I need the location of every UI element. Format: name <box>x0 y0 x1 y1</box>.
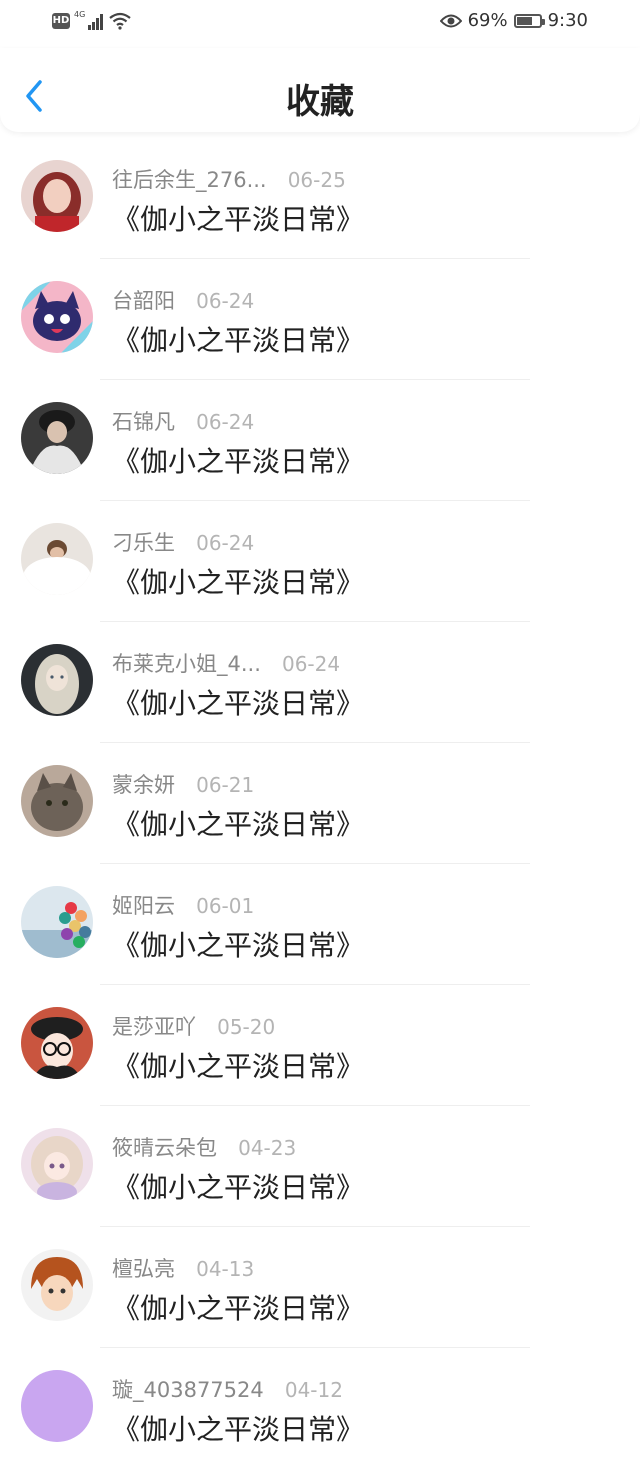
list-item[interactable]: 姬阳云 06-01 《伽小之平淡日常》 <box>0 864 640 985</box>
list-item[interactable]: 往后余生_276... 06-25 《伽小之平淡日常》 <box>0 138 640 259</box>
page-title: 收藏 <box>286 82 354 122</box>
item-meta: 姬阳云 06-01 <box>112 890 254 920</box>
item-meta: 是莎亚吖 05-20 <box>112 1011 275 1041</box>
favorite-title: 《伽小之平淡日常》 <box>112 566 365 599</box>
favorites-list: 往后余生_276... 06-25 《伽小之平淡日常》 台韶阳 06-24 《伽… <box>0 138 640 1469</box>
username: 姬阳云 <box>112 894 175 918</box>
avatar[interactable] <box>21 886 93 958</box>
list-item[interactable]: 刁乐生 06-24 《伽小之平淡日常》 <box>0 501 640 622</box>
avatar[interactable] <box>21 523 93 595</box>
list-item[interactable]: 璇_403877524 04-12 《伽小之平淡日常》 <box>0 1348 640 1469</box>
list-item[interactable]: 台韶阳 06-24 《伽小之平淡日常》 <box>0 259 640 380</box>
eye-icon <box>439 14 462 27</box>
username: 石锦凡 <box>112 410 175 434</box>
item-meta: 往后余生_276... 06-25 <box>112 164 346 194</box>
status-right: 69% 9:30 <box>439 10 588 31</box>
item-meta: 筱晴云朵包 04-23 <box>112 1132 296 1162</box>
item-meta: 刁乐生 06-24 <box>112 527 254 557</box>
date: 06-24 <box>196 289 255 313</box>
favorite-title: 《伽小之平淡日常》 <box>112 1171 365 1204</box>
username: 筱晴云朵包 <box>112 1136 217 1160</box>
avatar[interactable] <box>21 281 93 353</box>
network-type: 4G <box>74 10 86 19</box>
username: 檀弘亮 <box>112 1257 175 1281</box>
signal-icon: 4G <box>74 10 103 30</box>
username: 璇_403877524 <box>112 1378 264 1402</box>
username: 台韶阳 <box>112 289 175 313</box>
date: 06-01 <box>196 894 255 918</box>
avatar[interactable] <box>21 644 93 716</box>
date: 04-13 <box>196 1257 255 1281</box>
avatar[interactable] <box>21 160 93 232</box>
status-left: HD 4G <box>52 10 131 30</box>
date: 06-24 <box>196 410 255 434</box>
favorite-title: 《伽小之平淡日常》 <box>112 1413 365 1446</box>
list-item[interactable]: 石锦凡 06-24 《伽小之平淡日常》 <box>0 380 640 501</box>
favorite-title: 《伽小之平淡日常》 <box>112 1292 365 1325</box>
username: 是莎亚吖 <box>112 1015 196 1039</box>
date: 04-12 <box>284 1378 343 1402</box>
item-meta: 檀弘亮 04-13 <box>112 1253 254 1283</box>
list-item[interactable]: 是莎亚吖 05-20 《伽小之平淡日常》 <box>0 985 640 1106</box>
status-bar: HD 4G 69% 9:30 <box>0 0 640 48</box>
item-meta: 璇_403877524 04-12 <box>112 1374 343 1404</box>
username: 蒙余妍 <box>112 773 175 797</box>
date: 06-21 <box>196 773 255 797</box>
avatar[interactable] <box>21 402 93 474</box>
username: 往后余生_276... <box>112 168 267 192</box>
date: 06-25 <box>287 168 346 192</box>
list-item[interactable]: 筱晴云朵包 04-23 《伽小之平淡日常》 <box>0 1106 640 1227</box>
favorite-title: 《伽小之平淡日常》 <box>112 324 365 357</box>
avatar[interactable] <box>21 1370 93 1442</box>
hd-badge: HD <box>52 13 70 29</box>
date: 06-24 <box>281 652 341 676</box>
username: 刁乐生 <box>112 531 175 555</box>
date: 06-24 <box>196 531 255 555</box>
battery-percent: 69% <box>467 10 508 31</box>
favorite-title: 《伽小之平淡日常》 <box>112 687 365 720</box>
list-item[interactable]: 蒙余妍 06-21 《伽小之平淡日常》 <box>0 743 640 864</box>
clock: 9:30 <box>547 10 588 31</box>
item-meta: 石锦凡 06-24 <box>112 406 254 436</box>
username: 布莱克小姐_4... <box>112 652 261 676</box>
avatar[interactable] <box>21 1007 93 1079</box>
battery-icon <box>513 13 545 28</box>
favorite-title: 《伽小之平淡日常》 <box>112 445 365 478</box>
favorite-title: 《伽小之平淡日常》 <box>112 929 365 962</box>
item-meta: 布莱克小姐_4... 06-24 <box>112 648 340 678</box>
item-meta: 台韶阳 06-24 <box>112 285 254 315</box>
avatar[interactable] <box>21 1249 93 1321</box>
favorite-title: 《伽小之平淡日常》 <box>112 1050 365 1083</box>
item-meta: 蒙余妍 06-21 <box>112 769 254 799</box>
date: 04-23 <box>238 1136 297 1160</box>
wifi-icon <box>109 12 131 30</box>
date: 05-20 <box>217 1015 276 1039</box>
list-item[interactable]: 布莱克小姐_4... 06-24 《伽小之平淡日常》 <box>0 622 640 743</box>
avatar[interactable] <box>21 765 93 837</box>
list-item[interactable]: 檀弘亮 04-13 《伽小之平淡日常》 <box>0 1227 640 1348</box>
top-bar: 收藏 <box>0 48 640 132</box>
avatar[interactable] <box>21 1128 93 1200</box>
favorite-title: 《伽小之平淡日常》 <box>112 808 365 841</box>
favorite-title: 《伽小之平淡日常》 <box>112 203 365 236</box>
